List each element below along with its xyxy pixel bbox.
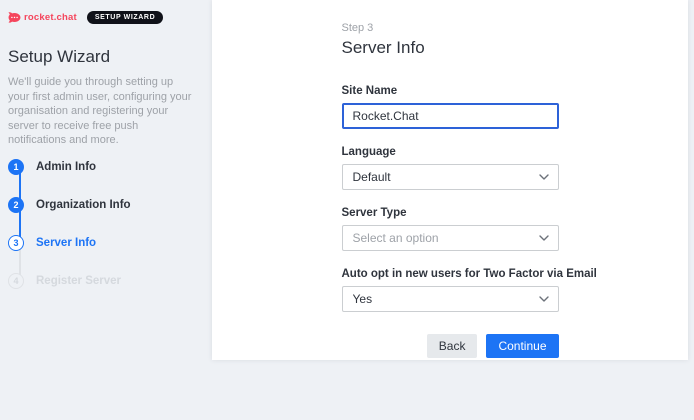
server-type-field-group: Server Type Select an option: [342, 207, 559, 251]
step-item-admin-info: 1 Admin Info: [8, 148, 204, 186]
rocketchat-logo-icon: [8, 11, 21, 24]
site-name-input[interactable]: [342, 103, 559, 129]
language-selected-value: Default: [353, 170, 391, 184]
setup-wizard-badge: SETUP WIZARD: [87, 11, 163, 24]
step-indicator: Step 3: [342, 22, 559, 35]
wizard-steps: 1 Admin Info 2 Organization Info 3 Serve…: [8, 148, 204, 300]
step-item-server-info: 3 Server Info: [8, 224, 204, 262]
language-label: Language: [342, 146, 559, 159]
continue-button[interactable]: Continue: [486, 334, 558, 358]
form-actions: Back Continue: [342, 334, 559, 358]
language-field-group: Language Default: [342, 146, 559, 190]
two-factor-selected-value: Yes: [353, 292, 373, 306]
step-label: Server Info: [36, 237, 96, 249]
chevron-down-icon: [539, 296, 549, 302]
brand-header: rocket.chat SETUP WIZARD: [8, 10, 204, 24]
server-info-card: Step 3 Server Info Site Name Language De…: [212, 0, 688, 360]
step-number-badge: 1: [8, 159, 24, 175]
two-factor-field-group: Auto opt in new users for Two Factor via…: [342, 268, 559, 312]
step-label: Admin Info: [36, 161, 96, 173]
sidebar-title: Setup Wizard: [8, 46, 204, 68]
sidebar-description: We'll guide you through setting up your …: [8, 75, 192, 148]
site-name-field-group: Site Name: [342, 85, 559, 129]
two-factor-select[interactable]: Yes: [342, 286, 559, 312]
chevron-down-icon: [539, 174, 549, 180]
server-type-select[interactable]: Select an option: [342, 225, 559, 251]
step-item-organization-info: 2 Organization Info: [8, 186, 204, 224]
page-title: Server Info: [342, 37, 559, 59]
site-name-label: Site Name: [342, 85, 559, 98]
step-number-badge: 3: [8, 235, 24, 251]
two-factor-label: Auto opt in new users for Two Factor via…: [342, 268, 559, 281]
rocketchat-logo-text: rocket.chat: [24, 12, 77, 23]
server-type-placeholder: Select an option: [353, 231, 439, 245]
step-item-register-server: 4 Register Server: [8, 262, 204, 300]
back-button[interactable]: Back: [427, 334, 478, 358]
step-label: Organization Info: [36, 199, 131, 211]
setup-sidebar: rocket.chat SETUP WIZARD Setup Wizard We…: [0, 0, 212, 420]
chevron-down-icon: [539, 235, 549, 241]
step-number-badge: 4: [8, 273, 24, 289]
step-label: Register Server: [36, 275, 121, 287]
step-number-badge: 2: [8, 197, 24, 213]
server-type-label: Server Type: [342, 207, 559, 220]
language-select[interactable]: Default: [342, 164, 559, 190]
